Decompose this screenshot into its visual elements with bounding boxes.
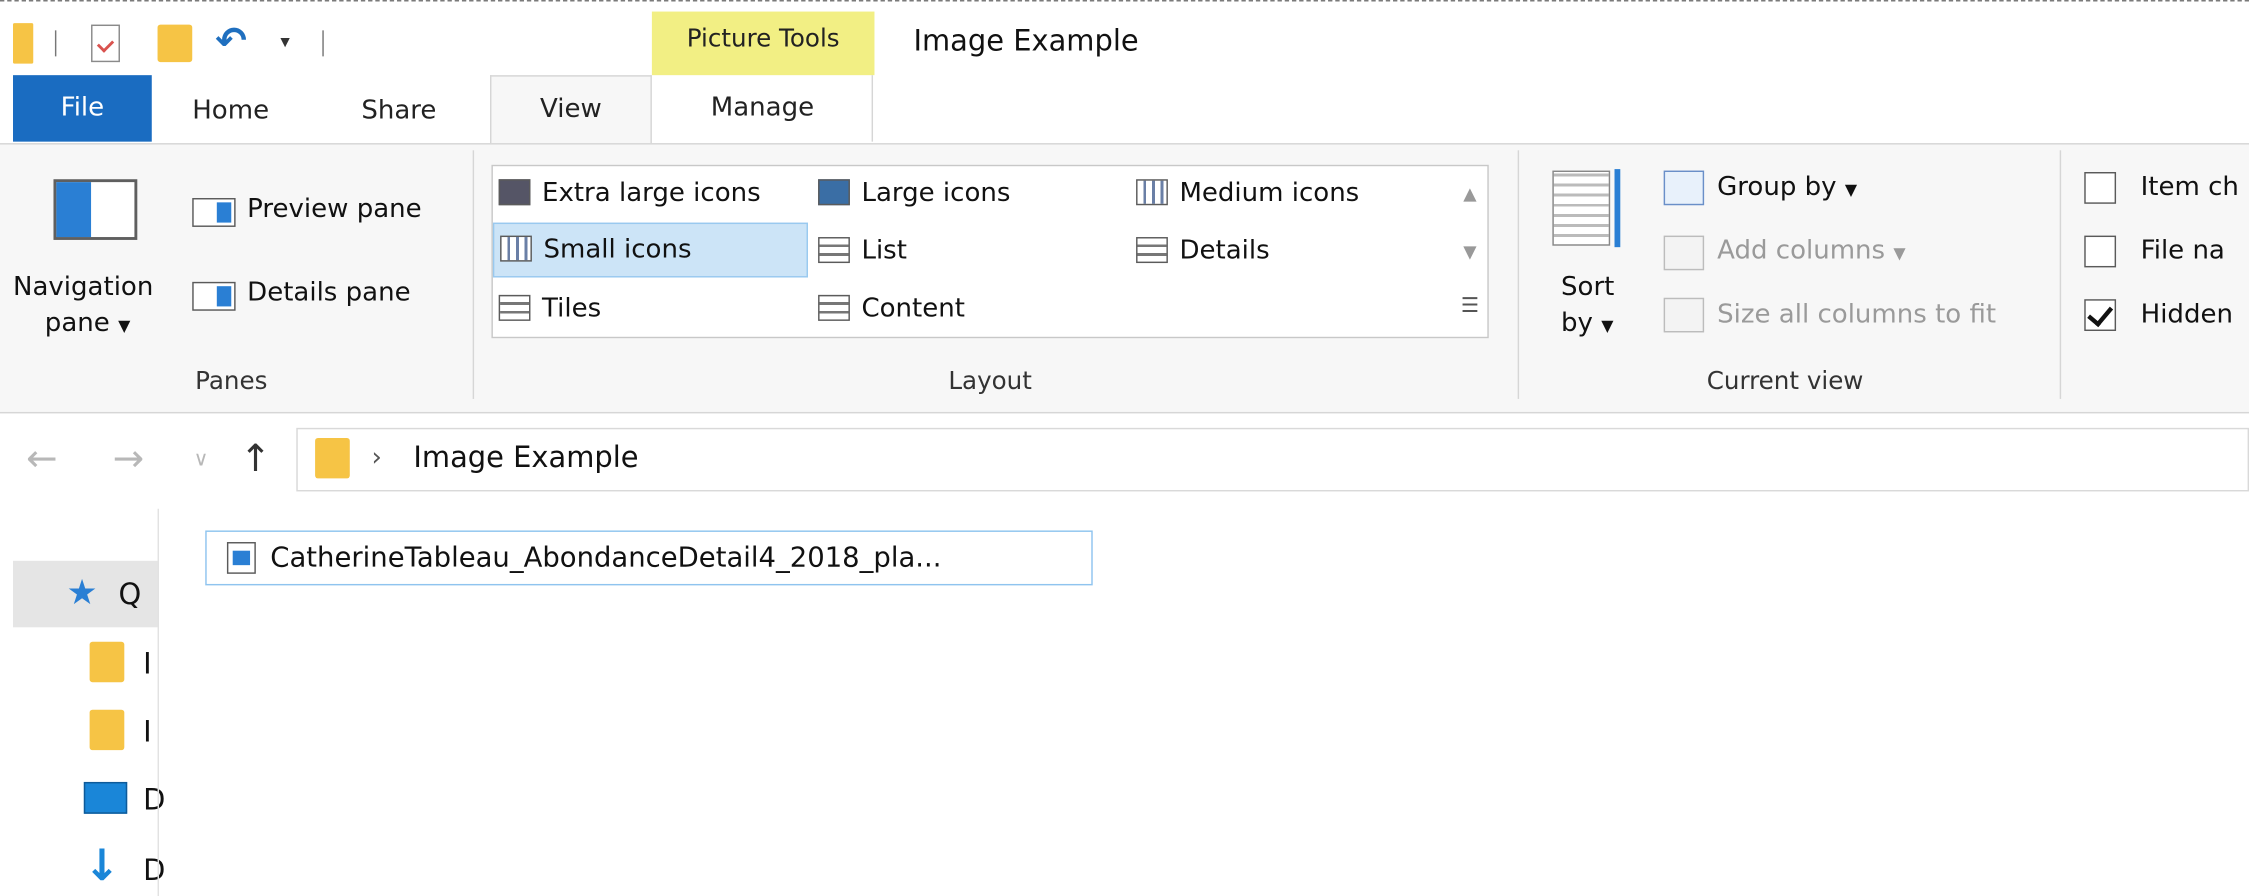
image-file-icon bbox=[226, 542, 256, 574]
nav-item-label[interactable]: D bbox=[143, 782, 165, 817]
layout-content[interactable]: Content bbox=[818, 282, 965, 337]
layout-extra-large-icons[interactable]: Extra large icons bbox=[498, 166, 761, 221]
layout-expand-icon[interactable]: ☰ bbox=[1454, 295, 1486, 318]
nav-item-label[interactable]: D bbox=[143, 853, 165, 888]
navigation-pane-button[interactable]: pane ▼ bbox=[45, 308, 131, 338]
sort-by-label-1[interactable]: Sort bbox=[1561, 272, 1614, 302]
layout-scroll-down-icon[interactable]: ▼ bbox=[1454, 241, 1486, 261]
nav-item-label[interactable]: I bbox=[143, 714, 152, 749]
layout-details[interactable]: Details bbox=[1136, 224, 1270, 279]
size-all-columns-button[interactable]: Size all columns to fit bbox=[1717, 299, 1996, 329]
layout-scroll-up-icon[interactable]: ▲ bbox=[1454, 184, 1486, 204]
dropdown-arrow-icon: ▼ bbox=[1601, 316, 1614, 336]
recent-locations-icon[interactable]: ∨ bbox=[194, 448, 209, 471]
add-columns-button[interactable]: Add columns ▼ bbox=[1717, 236, 1906, 266]
small-icons-icon bbox=[500, 235, 532, 262]
sort-arrow-icon bbox=[1614, 169, 1621, 248]
sort-by-icon[interactable] bbox=[1552, 170, 1611, 246]
customize-qat-icon[interactable]: ▾ bbox=[280, 32, 289, 54]
contextual-tab-group: Picture Tools bbox=[651, 11, 875, 76]
dropdown-arrow-icon: ▼ bbox=[1844, 180, 1858, 200]
group-label-current-view: Current view bbox=[1706, 367, 1864, 397]
details-pane-icon bbox=[192, 281, 236, 311]
group-label-layout: Layout bbox=[948, 367, 1032, 397]
layout-list[interactable]: List bbox=[818, 224, 907, 279]
forward-icon[interactable]: → bbox=[113, 438, 145, 481]
quick-access-star-icon: ★ bbox=[66, 572, 98, 613]
add-columns-icon bbox=[1663, 235, 1705, 271]
group-separator bbox=[472, 150, 475, 399]
tab-home[interactable]: Home bbox=[192, 93, 269, 145]
downloads-icon: ↓ bbox=[83, 841, 121, 892]
undo-icon[interactable]: ↶ bbox=[215, 23, 247, 61]
properties-icon[interactable] bbox=[91, 24, 120, 63]
size-columns-icon bbox=[1663, 297, 1705, 333]
up-icon[interactable]: ↑ bbox=[240, 438, 272, 481]
file-explorer-window: ↶ ▾ Picture Tools Image Example File Hom… bbox=[0, 0, 2249, 896]
desktop-icon bbox=[83, 781, 128, 814]
list-icon bbox=[818, 237, 850, 264]
hidden-items-checkbox[interactable] bbox=[2084, 299, 2117, 331]
nav-item-label[interactable]: I bbox=[143, 646, 152, 681]
folder-icon bbox=[13, 23, 34, 64]
file-name-extensions-checkbox[interactable] bbox=[2084, 235, 2117, 268]
breadcrumb-current-folder[interactable]: Image Example bbox=[413, 439, 638, 474]
sort-by-button[interactable]: by ▼ bbox=[1561, 308, 1613, 338]
navigation-pane-icon[interactable] bbox=[53, 179, 138, 240]
details-icon bbox=[1136, 237, 1168, 264]
hidden-items-label[interactable]: Hidden bbox=[2141, 299, 2233, 329]
group-separator-3 bbox=[2059, 150, 2062, 399]
new-folder-icon[interactable] bbox=[157, 24, 193, 63]
qat-separator-2 bbox=[322, 30, 324, 57]
folder-icon bbox=[89, 709, 125, 751]
window-top-border bbox=[0, 0, 2249, 2]
nav-item-quick-access-label[interactable]: Q bbox=[119, 577, 142, 612]
preview-pane-button[interactable]: Preview pane bbox=[247, 194, 422, 224]
tab-file[interactable]: File bbox=[13, 75, 152, 142]
preview-pane-icon bbox=[192, 198, 236, 227]
item-check-boxes-label[interactable]: Item ch bbox=[2141, 172, 2239, 202]
layout-tiles[interactable]: Tiles bbox=[498, 282, 601, 337]
layout-small-icons[interactable]: Small icons bbox=[492, 222, 808, 278]
layout-medium-icons[interactable]: Medium icons bbox=[1136, 166, 1359, 221]
dropdown-arrow-icon: ▼ bbox=[1893, 244, 1906, 264]
nav-pane-divider[interactable] bbox=[157, 508, 159, 896]
group-by-button[interactable]: Group by ▼ bbox=[1717, 172, 1857, 202]
medium-icons-icon bbox=[1136, 179, 1168, 206]
qat-separator bbox=[54, 30, 57, 57]
file-name[interactable]: CatherineTableau_AbondanceDetail4_2018_p… bbox=[270, 542, 941, 574]
window-title: Image Example bbox=[913, 23, 1139, 58]
navigation-pane-label-1[interactable]: Navigation bbox=[13, 272, 153, 302]
tiles-icon bbox=[498, 294, 531, 321]
details-pane-button[interactable]: Details pane bbox=[247, 278, 410, 308]
group-label-panes: Panes bbox=[195, 367, 268, 397]
tab-share[interactable]: Share bbox=[361, 93, 436, 145]
group-by-icon bbox=[1663, 170, 1705, 206]
back-icon[interactable]: ← bbox=[26, 438, 58, 481]
item-check-boxes-checkbox[interactable] bbox=[2084, 172, 2117, 204]
dropdown-arrow-icon: ▼ bbox=[118, 316, 131, 336]
folder-icon bbox=[315, 437, 350, 479]
group-separator-2 bbox=[1517, 150, 1520, 399]
extra-large-icons-icon bbox=[498, 179, 531, 206]
file-name-extensions-label[interactable]: File na bbox=[2141, 236, 2225, 266]
large-icons-icon bbox=[818, 179, 850, 206]
folder-icon bbox=[89, 641, 125, 683]
tab-view[interactable]: View bbox=[489, 75, 652, 145]
content-icon bbox=[818, 294, 850, 321]
layout-large-icons[interactable]: Large icons bbox=[818, 166, 1010, 221]
tab-manage[interactable]: Manage bbox=[653, 75, 874, 142]
breadcrumb-separator[interactable]: › bbox=[371, 442, 381, 472]
